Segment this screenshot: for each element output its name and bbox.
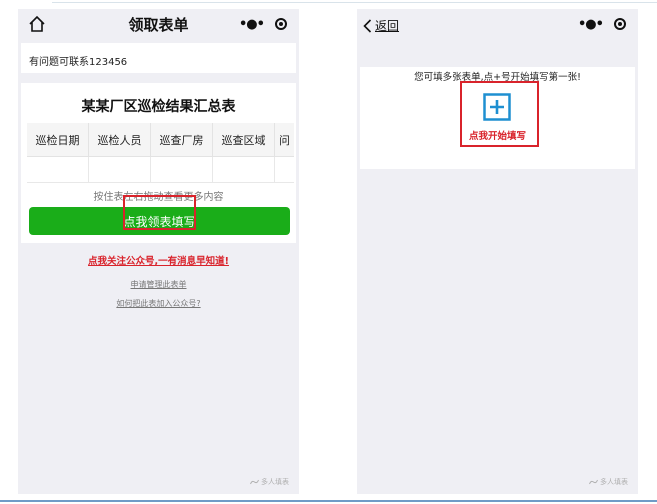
brand-text: 多人填表 [600, 478, 628, 486]
navbar: 返回 •●• [357, 9, 638, 39]
brand-footer: 多人填表 [250, 477, 289, 487]
brand-footer: 多人填表 [589, 477, 628, 487]
target-icon[interactable] [275, 18, 287, 30]
table-row [27, 157, 294, 183]
preview-table[interactable]: 巡检日期 巡检人员 巡查厂房 巡查区域 问 [27, 123, 294, 183]
highlight-box [460, 81, 539, 147]
highlight-box [123, 195, 196, 230]
navbar: 领取表单 •●• [18, 9, 299, 39]
contact-info: 有问题可联系123456 [21, 43, 296, 73]
column-header: 巡查区域 [213, 123, 275, 156]
table-cell [89, 157, 151, 183]
manage-form-link[interactable]: 申请管理此表单 [18, 279, 299, 290]
back-button[interactable]: 返回 [363, 17, 399, 34]
start-card: 您可填多张表单,点+号开始填写第一张! 点我开始填写 [360, 67, 635, 169]
more-dots-icon[interactable]: •●• [578, 18, 604, 31]
table-header: 巡检日期 巡检人员 巡查厂房 巡查区域 问 [27, 123, 294, 157]
column-header: 巡查厂房 [151, 123, 213, 156]
target-icon[interactable] [614, 18, 626, 30]
more-dots-icon[interactable]: •●• [239, 18, 265, 31]
mini-program-capsule: •●• [572, 14, 632, 34]
frame-bottom-line [0, 500, 657, 502]
column-header: 问 [279, 133, 290, 147]
right-phone-screen: 返回 •●• 您可填多张表单,点+号开始填写第一张! 点我开始填写 多人填表 [357, 9, 638, 494]
table-cell [275, 157, 294, 183]
table-cell [213, 157, 275, 183]
table-cell [27, 157, 89, 183]
brand-logo-icon [250, 479, 259, 484]
left-phone-screen: 领取表单 •●• 有问题可联系123456 某某厂区巡检结果汇总表 巡检日期 巡… [18, 9, 299, 494]
brand-text: 多人填表 [261, 478, 289, 486]
mini-program-capsule: •●• [233, 14, 293, 34]
chevron-left-icon [363, 18, 372, 33]
brand-logo-icon [589, 479, 598, 484]
column-header: 巡检日期 [27, 123, 89, 156]
table-cell [151, 157, 213, 183]
follow-account-link[interactable]: 点我关注公众号,一有消息早知道! [18, 253, 299, 267]
add-to-account-link[interactable]: 如何把此表加入公众号? [18, 298, 299, 309]
form-title: 某某厂区巡检结果汇总表 [81, 99, 236, 115]
frame-top-line [52, 2, 657, 3]
home-icon[interactable] [28, 15, 46, 33]
column-header: 巡检人员 [89, 123, 151, 156]
back-label: 返回 [375, 19, 400, 33]
